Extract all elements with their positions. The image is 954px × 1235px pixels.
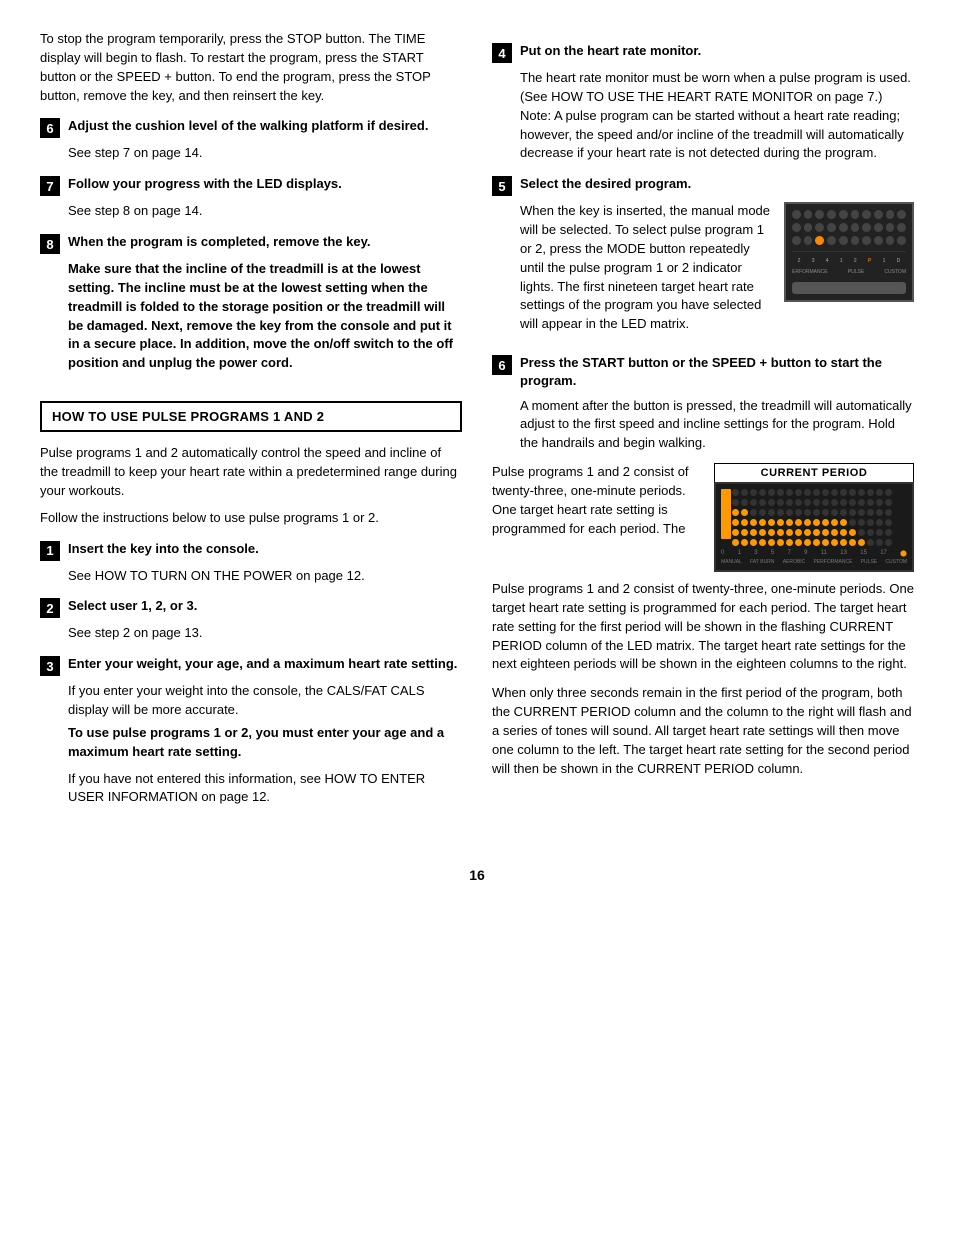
led-mode-labels: 2 3 4 1 2 P 1 D — [792, 258, 906, 265]
pulse-step-2-num: 2 — [40, 598, 60, 618]
pulse-step-2-body: See step 2 on page 13. — [68, 624, 462, 643]
led-bar-bottom — [792, 282, 906, 294]
left-column: To stop the program temporarily, press t… — [40, 30, 462, 817]
r-step-6-title: Press the START button or the SPEED + bu… — [520, 354, 914, 390]
r-step-6-header: 6 Press the START button or the SPEED + … — [492, 354, 914, 390]
pulse-desc-2: When only three seconds remain in the fi… — [492, 684, 914, 778]
section-box-pulse: HOW TO USE PULSE PROGRAMS 1 AND 2 — [40, 401, 462, 432]
cp-dot-grid — [732, 489, 907, 548]
step-8-header: 8 When the program is completed, remove … — [40, 233, 462, 254]
pulse-step-1-header: 1 Insert the key into the console. — [40, 540, 462, 561]
cp-row-6 — [732, 539, 907, 546]
pulse-step-3-num: 3 — [40, 656, 60, 676]
current-period-label: CURRENT PERIOD — [714, 463, 914, 482]
cp-row-3 — [732, 509, 907, 516]
pulse-step-1-num: 1 — [40, 541, 60, 561]
cp-row-5 — [732, 529, 907, 536]
pulse-step-1-body: See HOW TO TURN ON THE POWER on page 12. — [68, 567, 462, 586]
r-step-5-body: 2 3 4 1 2 P 1 D ERFORMANCE PULSE CUSTOM — [520, 202, 914, 342]
cp-indicator-row — [721, 489, 907, 548]
pulse-step-1-title: Insert the key into the console. — [68, 540, 259, 558]
r-step-6-num: 6 — [492, 355, 512, 375]
pulse-desc-1-cont: Pulse programs 1 and 2 consist of twenty… — [492, 580, 914, 674]
led-row-1 — [792, 210, 906, 219]
right-column: 4 Put on the heart rate monitor. The hea… — [492, 30, 914, 817]
r-step-5-header: 5 Select the desired program. — [492, 175, 914, 196]
step-8-title: When the program is completed, remove th… — [68, 233, 370, 251]
cp-row-1 — [732, 489, 907, 496]
pulse-step-2-title: Select user 1, 2, or 3. — [68, 597, 197, 615]
pulse-step-3-header: 3 Enter your weight, your age, and a max… — [40, 655, 462, 676]
r-step-4-header: 4 Put on the heart rate monitor. — [492, 42, 914, 63]
current-period-wrap: CURRENT PERIOD — [714, 463, 914, 572]
step-8-num: 8 — [40, 234, 60, 254]
step-7-num: 7 — [40, 176, 60, 196]
section-box-title: HOW TO USE PULSE PROGRAMS 1 AND 2 — [52, 409, 324, 424]
pulse-step-3-plain2: If you have not entered this information… — [68, 770, 462, 808]
pulse-desc-section: CURRENT PERIOD — [492, 463, 914, 580]
step-7-body: See step 8 on page 14. — [68, 202, 462, 221]
r-step-5-title: Select the desired program. — [520, 175, 691, 193]
r-step-4-body: The heart rate monitor must be worn when… — [520, 69, 914, 163]
cp-mode-label-row: MANUAL FAT BURN AEROBIC PERFORMANCE PULS… — [721, 559, 907, 565]
pulse-intro-1: Pulse programs 1 and 2 automatically con… — [40, 444, 462, 501]
pulse-intro-2: Follow the instructions below to use pul… — [40, 509, 462, 528]
cp-row-4 — [732, 519, 907, 526]
step-6-num: 6 — [40, 118, 60, 138]
page: To stop the program temporarily, press t… — [0, 0, 954, 847]
step-8-body: Make sure that the incline of the treadm… — [68, 260, 462, 373]
step-6-header: 6 Adjust the cushion level of the walkin… — [40, 117, 462, 138]
led-row-3 — [792, 236, 906, 245]
pulse-step-3-bold: To use pulse programs 1 or 2, you must e… — [68, 724, 462, 762]
r-step-4-title: Put on the heart rate monitor. — [520, 42, 701, 60]
r-step-4-num: 4 — [492, 43, 512, 63]
current-period-display: 0 1 3 5 7 9 11 13 15 17 ⬤ MANUAL F — [714, 482, 914, 572]
led-divider — [792, 251, 906, 252]
r-step-6-body: A moment after the button is pressed, th… — [520, 397, 914, 454]
cp-active-col — [721, 489, 731, 539]
step-6-title: Adjust the cushion level of the walking … — [68, 117, 428, 135]
page-number: 16 — [0, 867, 954, 883]
step-6-body: See step 7 on page 14. — [68, 144, 462, 163]
pulse-step-3-title: Enter your weight, your age, and a maxim… — [68, 655, 457, 673]
led-bottom-labels: ERFORMANCE PULSE CUSTOM — [792, 269, 906, 276]
step-7-header: 7 Follow your progress with the LED disp… — [40, 175, 462, 196]
pulse-desc-left-text: Pulse programs 1 and 2 consist of twenty… — [492, 464, 689, 536]
led-row-2 — [792, 223, 906, 232]
pulse-step-3-plain: If you enter your weight into the consol… — [68, 683, 425, 717]
cp-row-2 — [732, 499, 907, 506]
led-display: 2 3 4 1 2 P 1 D ERFORMANCE PULSE CUSTOM — [784, 202, 914, 302]
pulse-step-2-header: 2 Select user 1, 2, or 3. — [40, 597, 462, 618]
r-step-5-num: 5 — [492, 176, 512, 196]
intro-text: To stop the program temporarily, press t… — [40, 30, 462, 105]
cp-number-row: 0 1 3 5 7 9 11 13 15 17 ⬤ — [721, 550, 907, 557]
pulse-step-3-body: If you enter your weight into the consol… — [68, 682, 462, 807]
step-7-title: Follow your progress with the LED displa… — [68, 175, 342, 193]
